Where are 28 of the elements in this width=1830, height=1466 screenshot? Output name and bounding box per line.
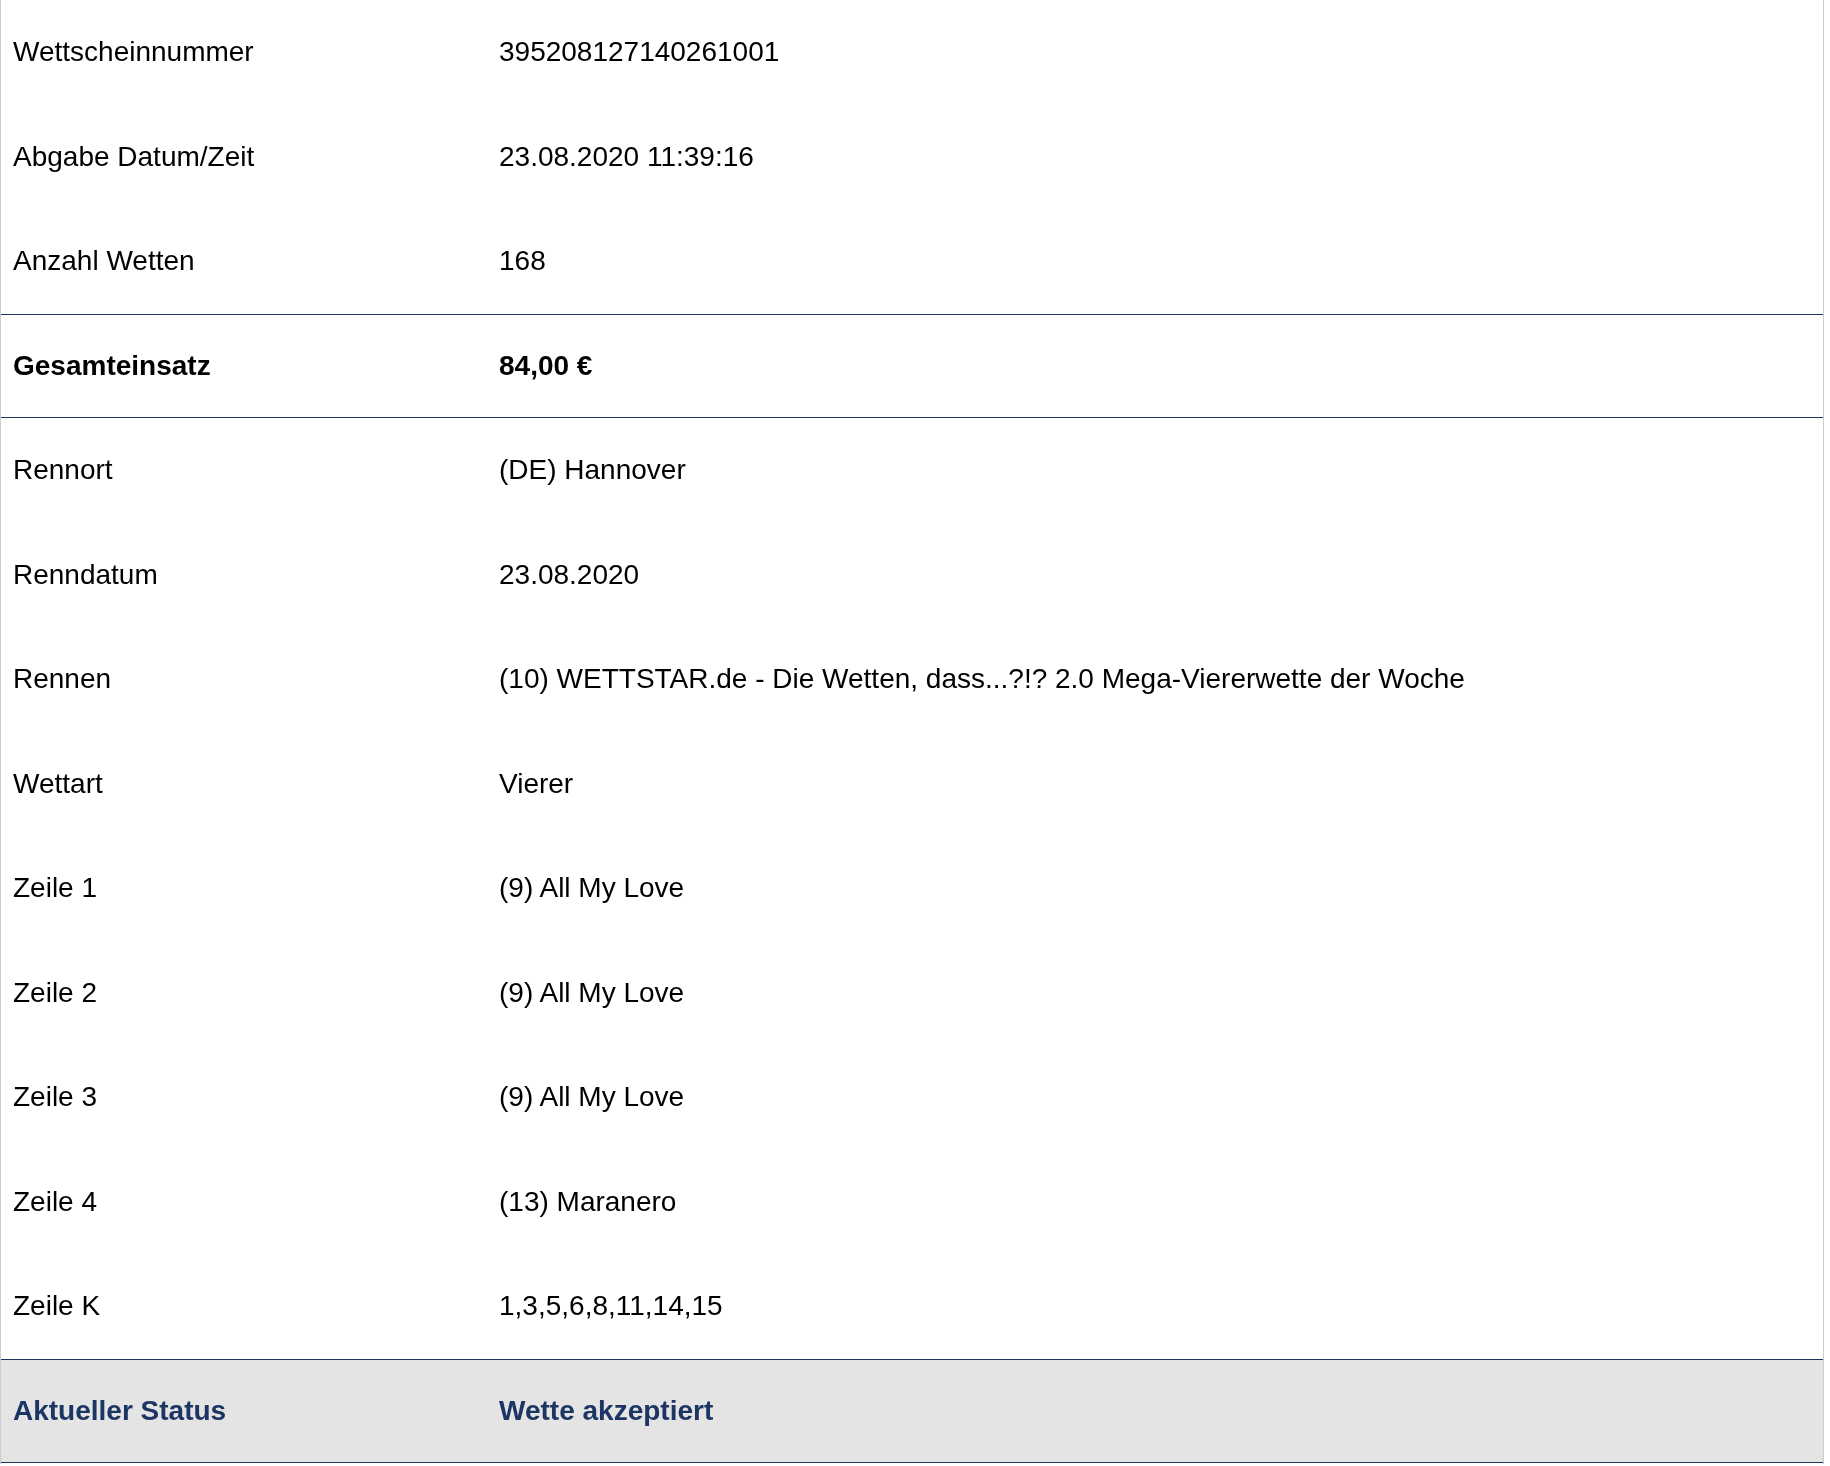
row-label: Wettart <box>12 766 104 801</box>
row-value: 23.08.2020 <box>499 557 640 592</box>
row-value: 1,3,5,6,8,11,14,15 <box>499 1289 723 1324</box>
row-value: (9) All My Love <box>499 975 685 1010</box>
row-label: Zeile 4 <box>12 1184 99 1219</box>
row-value: Wette akzeptiert <box>499 1393 714 1428</box>
row-label: Zeile 3 <box>12 1080 99 1115</box>
row-value: 395208127140261001 <box>499 35 780 70</box>
row-label: Aktueller Status <box>12 1393 228 1428</box>
row-value: (9) All My Love <box>499 871 685 906</box>
row-value: (10) WETTSTAR.de - Die Wetten, dass...?!? 2.0 Mega-Viererwette der Woche <box>499 662 1465 697</box>
row-label: Zeile 1 <box>12 871 99 906</box>
row-value: (9) All My Love <box>499 1080 685 1115</box>
row-value: 84,00 € <box>499 348 593 383</box>
row-label: Zeile K <box>12 1289 102 1324</box>
row-label: Gesamteinsatz <box>12 348 212 383</box>
row-value: (13) Maranero <box>499 1184 677 1219</box>
row-label: Wettscheinnummer <box>12 35 255 70</box>
row-label: Anzahl Wetten <box>12 244 196 279</box>
row-value: (DE) Hannover <box>499 453 686 488</box>
row-value: 23.08.2020 11:39:16 <box>499 139 754 174</box>
row-label: Rennen <box>12 662 113 697</box>
row-label: Abgabe Datum/Zeit <box>12 139 256 174</box>
row-value: Vierer <box>499 766 574 801</box>
row-label: Rennort <box>12 453 114 488</box>
row-label: Zeile 2 <box>12 975 99 1010</box>
row-value: 168 <box>499 244 546 279</box>
row-label: Renndatum <box>12 557 159 592</box>
